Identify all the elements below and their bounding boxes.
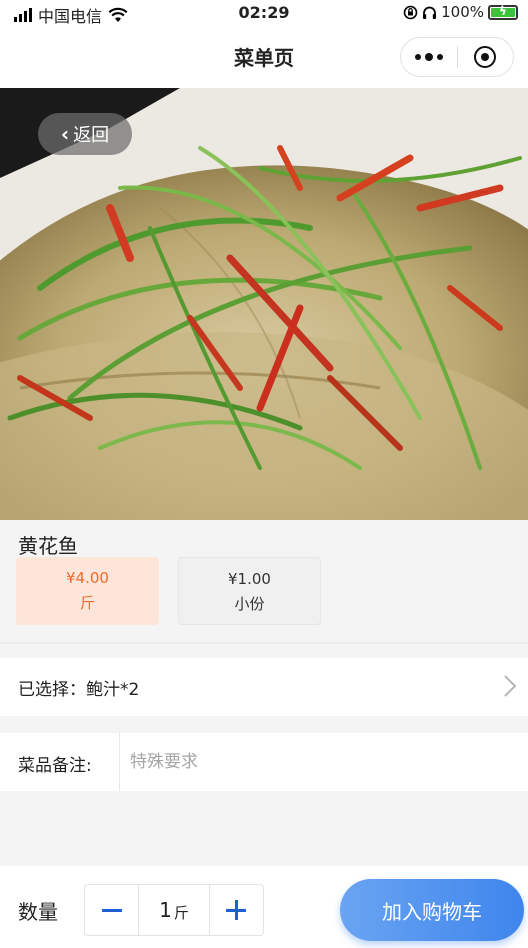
back-button-label: 返回 [73, 125, 110, 146]
section-divider [0, 642, 528, 644]
spec-unit: 小份 [234, 595, 265, 613]
nav-bar: 菜单页 [0, 26, 528, 88]
status-right: 100% ϟ [403, 3, 518, 21]
battery-percent: 100% [441, 3, 484, 21]
spec-price: ¥1.00 [228, 570, 271, 588]
status-bar: 中国电信 02:29 100% ϟ [0, 0, 528, 26]
spec-option-jin[interactable]: ¥4.00 斤 [16, 557, 159, 625]
quantity-value: 1 斤 [138, 885, 210, 935]
selected-options-row[interactable]: 已选择：鲍汁*2 [0, 658, 528, 716]
note-label: 菜品备注: [18, 756, 92, 776]
mini-program-capsule [400, 37, 514, 77]
selected-options-text: 已选择：鲍汁*2 [18, 680, 140, 700]
orientation-lock-icon [403, 5, 418, 19]
plus-icon [226, 900, 247, 920]
more-menu-icon[interactable] [401, 53, 457, 61]
bottom-bar: 数量 1 斤 加入购物车 [0, 866, 528, 948]
note-divider [119, 733, 120, 791]
headphones-icon [423, 6, 437, 19]
decrease-button[interactable] [85, 885, 138, 935]
note-row: 菜品备注: [0, 733, 528, 791]
spec-price: ¥4.00 [66, 569, 109, 587]
close-miniprogram-icon[interactable] [457, 46, 513, 68]
quantity-number: 1 [159, 898, 172, 922]
spec-unit: 斤 [79, 594, 95, 612]
quantity-unit: 斤 [173, 903, 189, 922]
increase-button[interactable] [210, 885, 263, 935]
chevron-right-icon [504, 675, 517, 697]
chevron-left-icon: ‹ [60, 122, 70, 146]
add-to-cart-button[interactable]: 加入购物车 [340, 879, 524, 941]
note-input[interactable] [130, 745, 510, 779]
dish-name: 黄花鱼 [18, 534, 78, 558]
minus-icon [101, 908, 122, 912]
spec-option-small[interactable]: ¥1.00 小份 [178, 557, 321, 625]
quantity-label: 数量 [18, 900, 58, 924]
back-button[interactable]: ‹ 返回 [38, 113, 132, 155]
quantity-stepper: 1 斤 [84, 884, 264, 936]
battery-icon: ϟ [488, 4, 518, 20]
